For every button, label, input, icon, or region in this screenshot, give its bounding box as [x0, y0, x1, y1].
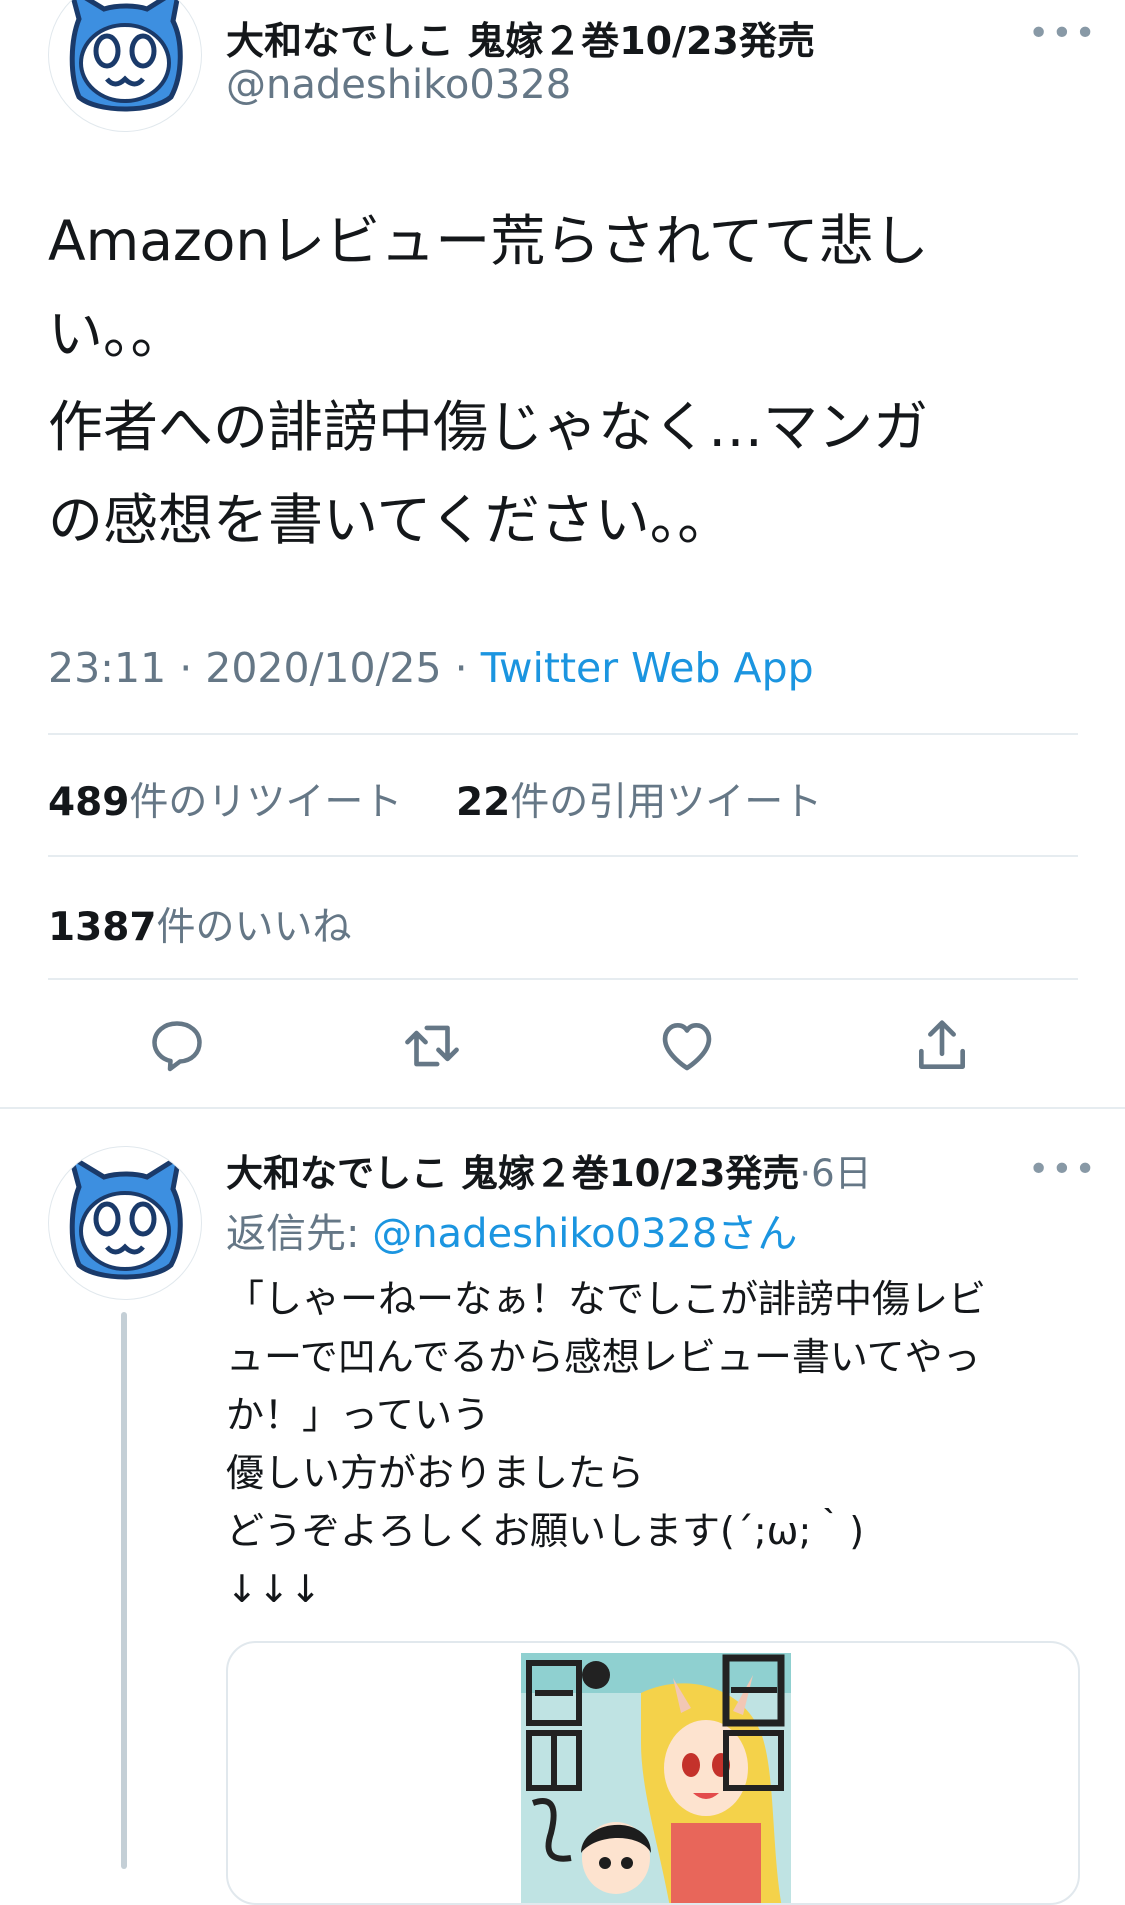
reply-text: 「しゃーねーなぁ！なでしこが誹謗中傷レビ ューで凹んでるから感想レビュー書いてや… — [226, 1270, 986, 1618]
tweet-text-line: Amazonレビュー荒らされてて悲し — [48, 209, 929, 273]
quote-stat[interactable]: 22件の引用ツイート — [456, 771, 822, 827]
quote-count: 22 — [456, 780, 511, 825]
tweet-text: Amazonレビュー荒らされてて悲し い。。 作者への誹謗中傷じゃなく…マンガ … — [48, 195, 929, 567]
like-button[interactable] — [647, 1006, 727, 1086]
replying-to: 返信先: @nadeshiko0328さん — [226, 1201, 797, 1259]
reply-button[interactable] — [137, 1006, 217, 1086]
tweet-text-line: の感想を書いてください。。 — [48, 488, 733, 552]
like-stat[interactable]: 1387件のいいね — [48, 896, 352, 952]
retweet-count: 489 — [48, 780, 130, 825]
user-handle[interactable]: @nadeshiko0328 — [226, 62, 571, 108]
share-button[interactable] — [902, 1006, 982, 1086]
like-icon — [662, 1023, 712, 1071]
reply-text-line: 優しい方がおりましたら — [226, 1451, 645, 1495]
reply-icon — [152, 1021, 202, 1072]
reply-text-line: どうぞよろしくお願いします(´;ω;｀) — [226, 1509, 865, 1553]
like-count: 1387 — [48, 905, 157, 950]
divider — [48, 733, 1078, 735]
share-icon — [919, 1020, 965, 1069]
replying-suffix: さん — [717, 1211, 798, 1257]
retweet-button[interactable] — [392, 1006, 472, 1086]
tweet-text-line: い。。 — [48, 302, 186, 366]
tweet-source[interactable]: Twitter Web App — [481, 644, 814, 692]
reply-text-line: 「しゃーねーなぁ！なでしこが誹謗中傷レビ — [226, 1277, 987, 1321]
replying-handle[interactable]: @nadeshiko0328 — [372, 1211, 717, 1257]
quote-label: 件の引用ツイート — [510, 780, 823, 825]
cat-avatar-icon — [69, 0, 183, 112]
like-label: 件のいいね — [156, 905, 352, 950]
reply-name-text: 大和なでしこ 鬼嫁２巻10/23発売 — [226, 1152, 800, 1195]
divider — [48, 978, 1078, 980]
tweet-meta: 23:11 · 2020/10/25 · Twitter Web App — [48, 644, 814, 692]
tweet-time[interactable]: 23:11 — [48, 644, 166, 692]
retweet-icon — [405, 1025, 459, 1067]
thread-line — [121, 1312, 127, 1869]
reply-text-line: か！」っていう — [226, 1393, 491, 1437]
reply-age: ·6日 — [799, 1152, 872, 1195]
tweet-date[interactable]: 2020/10/25 — [205, 644, 441, 692]
retweet-label: 件のリツイート — [129, 780, 403, 825]
section-divider — [0, 1107, 1125, 1109]
reply-more-icon[interactable]: ••• — [1028, 1152, 1098, 1188]
reply-text-line: ↓↓↓ — [226, 1567, 322, 1611]
divider — [48, 855, 1078, 857]
reply-text-line: ューで凹んでるから感想レビュー書いてやっ — [226, 1335, 981, 1379]
reply-avatar[interactable] — [48, 1146, 202, 1300]
reply-display-name[interactable]: 大和なでしこ 鬼嫁２巻10/23発売·6日 — [226, 1143, 872, 1197]
meta-separator: · — [441, 644, 481, 692]
retweet-stat[interactable]: 489件のリツイート — [48, 771, 402, 827]
meta-separator: · — [166, 644, 206, 692]
more-icon[interactable]: ••• — [1028, 16, 1098, 52]
display-name[interactable]: 大和なでしこ 鬼嫁２巻10/23発売 — [226, 10, 815, 65]
link-card[interactable] — [226, 1641, 1080, 1905]
replying-prefix: 返信先: — [226, 1211, 373, 1257]
avatar[interactable] — [48, 0, 202, 132]
tweet-text-line: 作者への誹謗中傷じゃなく…マンガ — [48, 395, 929, 459]
cat-avatar-icon — [66, 1151, 183, 1280]
manga-cover-image — [521, 1653, 791, 1903]
